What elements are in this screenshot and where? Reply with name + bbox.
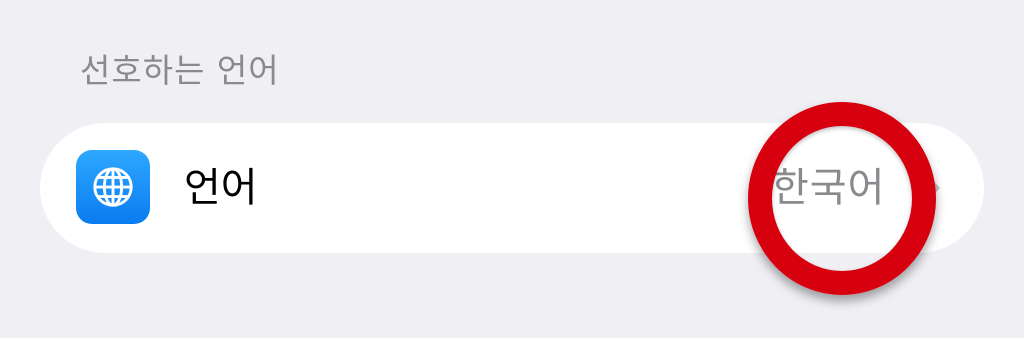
chevron-right-icon [926, 175, 940, 201]
language-row[interactable]: 언어 한국어 [40, 123, 984, 253]
language-row-label: 언어 [184, 165, 258, 211]
section-header-preferred-languages: 선호하는 언어 [80, 51, 280, 90]
language-row-value: 한국어 [772, 165, 886, 211]
globe-icon [76, 150, 150, 224]
